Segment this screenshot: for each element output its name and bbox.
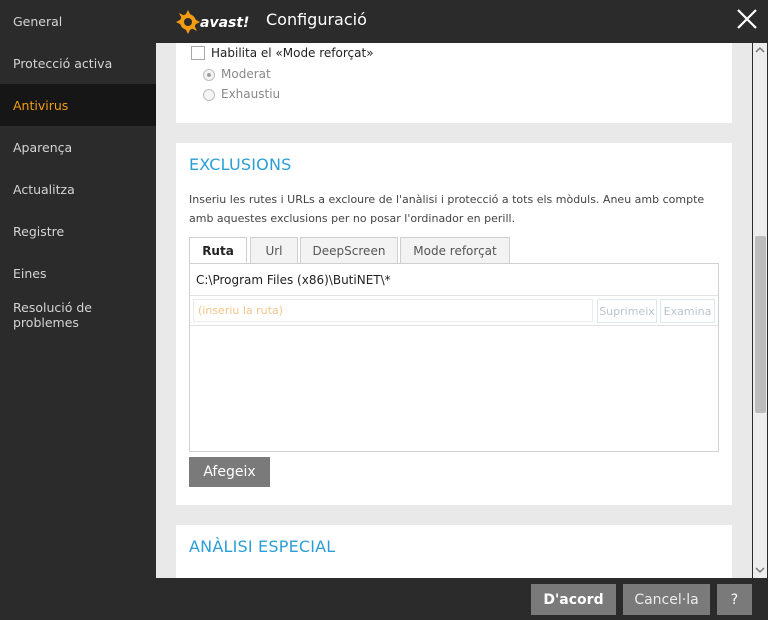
sidebar-item-label: Aparença <box>13 139 73 155</box>
special-scans-panel: ANÀLISI ESPECIAL <box>176 525 732 578</box>
scrollbar[interactable] <box>752 43 768 578</box>
hardened-mode-panel: Habilita el «Mode reforçat» Moderat Exha… <box>176 43 732 123</box>
footer: D'acord Cancel·la ? <box>156 578 768 620</box>
tab-url[interactable]: Url <box>250 237 298 263</box>
cancel-button[interactable]: Cancel·la <box>623 584 710 615</box>
sidebar-item-tools[interactable]: Eines <box>0 252 156 294</box>
sidebar-item-general[interactable]: General <box>0 0 156 42</box>
radio-aggressive[interactable] <box>203 89 215 101</box>
tab-path[interactable]: Ruta <box>189 237 247 264</box>
settings-window: General Protecció activa Antivirus Apare… <box>0 0 768 620</box>
help-button[interactable]: ? <box>717 584 752 615</box>
radio-aggressive-label: Exhaustiu <box>221 87 281 101</box>
radio-moderate[interactable] <box>203 69 215 81</box>
sidebar-item-label: Antivirus <box>13 97 69 113</box>
scroll-up-arrow-icon[interactable] <box>753 45 767 55</box>
path-list: C:\Program Files (x86)\ButiNET\* Suprime… <box>189 263 719 452</box>
sidebar-item-antivirus[interactable]: Antivirus <box>0 84 156 126</box>
scroll-track[interactable] <box>753 43 767 578</box>
delete-button[interactable]: Suprimeix <box>597 299 657 323</box>
sidebar-item-label: Resolució de problemes <box>13 300 92 330</box>
browse-button[interactable]: Examina <box>660 299 715 323</box>
hardened-mode-checkbox[interactable] <box>191 46 205 60</box>
scroll-down-arrow-icon[interactable] <box>753 565 767 575</box>
special-scans-title: ANÀLISI ESPECIAL <box>189 537 336 556</box>
hardened-mode-label: Habilita el «Mode reforçat» <box>211 46 374 60</box>
radio-moderate-label: Moderat <box>221 67 271 81</box>
sidebar: General Protecció activa Antivirus Apare… <box>0 0 156 620</box>
sidebar-item-troubleshooting[interactable]: Resolució de problemes <box>0 294 156 336</box>
tab-label: DeepScreen <box>312 243 386 258</box>
tab-hardened-mode[interactable]: Mode reforçat <box>400 237 510 263</box>
sidebar-item-log[interactable]: Registre <box>0 210 156 252</box>
close-icon[interactable] <box>734 6 760 32</box>
sidebar-item-update[interactable]: Actualitza <box>0 168 156 210</box>
scroll-thumb[interactable] <box>755 236 766 413</box>
sidebar-item-label: General <box>13 13 63 29</box>
path-input-row: Suprimeix Examina <box>190 296 718 326</box>
sidebar-item-label: Actualitza <box>13 181 75 197</box>
path-text: C:\Program Files (x86)\ButiNET\* <box>196 272 391 287</box>
tab-label: Mode reforçat <box>413 243 497 258</box>
tab-label: Ruta <box>202 244 234 258</box>
settings-content: Habilita el «Mode reforçat» Moderat Exha… <box>156 43 752 578</box>
exclusions-description: Inseriu les rutes i URLs a excloure de l… <box>189 193 705 225</box>
exclusions-panel: EXCLUSIONS Inseriu les rutes i URLs a ex… <box>176 143 732 505</box>
header: avast! Configuració <box>156 0 768 43</box>
sidebar-item-label: Eines <box>13 265 47 281</box>
svg-text:avast!: avast! <box>200 15 249 31</box>
avast-logo: avast! <box>176 10 249 34</box>
sidebar-item-appearance[interactable]: Aparença <box>0 126 156 168</box>
sidebar-item-label: Protecció activa <box>13 55 113 71</box>
ok-button[interactable]: D'acord <box>531 584 616 615</box>
add-button[interactable]: Afegeix <box>189 457 270 487</box>
sidebar-item-label: Registre <box>13 223 65 239</box>
path-input[interactable] <box>193 299 593 322</box>
window-title: Configuració <box>266 10 367 29</box>
tab-deepscreen[interactable]: DeepScreen <box>300 237 398 263</box>
tab-label: Url <box>265 243 283 258</box>
sidebar-item-active-protection[interactable]: Protecció activa <box>0 42 156 84</box>
list-item[interactable]: C:\Program Files (x86)\ButiNET\* <box>190 264 718 296</box>
exclusions-title: EXCLUSIONS <box>189 155 292 174</box>
